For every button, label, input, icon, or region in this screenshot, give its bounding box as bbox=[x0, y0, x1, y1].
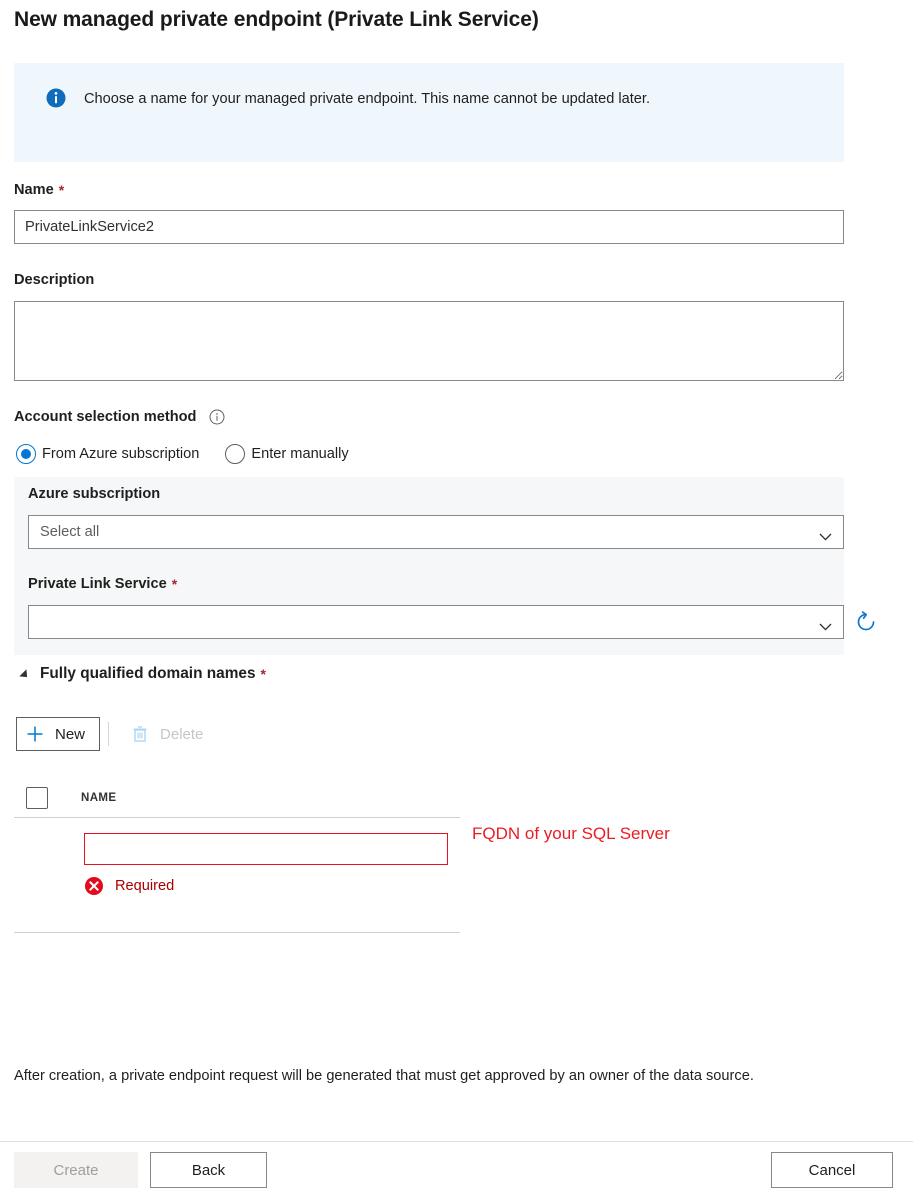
azure-subscription-value: Select all bbox=[40, 524, 100, 540]
account-selection-radio-group[interactable]: From Azure subscription Enter manually bbox=[16, 444, 349, 464]
fqdn-name-input[interactable] bbox=[84, 833, 448, 865]
plus-icon bbox=[26, 725, 44, 743]
chevron-down-icon bbox=[819, 528, 832, 541]
radio-from-azure-subscription-label: From Azure subscription bbox=[42, 446, 200, 462]
azure-subscription-label-text: Azure subscription bbox=[28, 486, 161, 502]
footer-note: After creation, a private endpoint reque… bbox=[14, 1068, 754, 1084]
info-outline-icon[interactable] bbox=[209, 409, 225, 425]
error-circle-icon bbox=[84, 876, 104, 896]
info-banner: Choose a name for your managed private e… bbox=[14, 63, 844, 162]
chevron-down-icon bbox=[819, 618, 832, 631]
name-input[interactable] bbox=[14, 210, 844, 244]
private-link-service-required-marker: * bbox=[171, 576, 178, 592]
collapse-triangle-icon bbox=[19, 668, 31, 681]
private-link-service-label-text: Private Link Service bbox=[28, 576, 167, 592]
name-label: Name * bbox=[14, 182, 64, 198]
info-filled-icon bbox=[46, 88, 66, 108]
radio-from-azure-subscription[interactable]: From Azure subscription bbox=[16, 444, 199, 464]
private-link-service-dropdown[interactable] bbox=[28, 605, 844, 639]
select-all-checkbox[interactable] bbox=[26, 786, 48, 809]
radio-mark-selected bbox=[16, 444, 36, 464]
account-selection-label: Account selection method bbox=[14, 409, 225, 425]
name-label-text: Name bbox=[14, 182, 54, 198]
azure-subscription-label: Azure subscription bbox=[28, 486, 160, 502]
account-selection-label-text: Account selection method bbox=[14, 409, 197, 425]
radio-mark-unselected bbox=[225, 444, 246, 464]
new-managed-private-endpoint-blade: New managed private endpoint (Private Li… bbox=[0, 0, 913, 1200]
fqdn-toolbar: New Delete bbox=[16, 717, 218, 751]
new-button[interactable]: New bbox=[16, 717, 101, 751]
info-banner-text: Choose a name for your managed private e… bbox=[84, 91, 651, 107]
column-header-name: NAME bbox=[81, 791, 117, 804]
delete-button[interactable]: Delete bbox=[121, 717, 218, 751]
fqdn-section-title: Fully qualified domain names bbox=[40, 665, 256, 682]
description-label-text: Description bbox=[14, 272, 95, 288]
description-label: Description bbox=[14, 272, 94, 288]
fqdn-required-marker: * bbox=[260, 666, 266, 682]
back-button[interactable]: Back bbox=[150, 1152, 267, 1188]
new-button-label: New bbox=[55, 725, 86, 743]
toolbar-divider bbox=[108, 722, 110, 746]
refresh-icon[interactable] bbox=[852, 608, 880, 636]
trash-icon bbox=[131, 725, 149, 743]
radio-enter-manually[interactable]: Enter manually bbox=[225, 444, 349, 464]
create-button[interactable]: Create bbox=[14, 1152, 138, 1188]
validation-error-text: Required bbox=[115, 878, 175, 894]
name-required-marker: * bbox=[58, 182, 65, 198]
delete-button-label: Delete bbox=[160, 725, 204, 743]
cancel-button[interactable]: Cancel bbox=[771, 1152, 893, 1188]
validation-error: Required bbox=[84, 876, 174, 896]
footer-divider bbox=[0, 1141, 913, 1142]
fqdn-annotation: FQDN of your SQL Server bbox=[472, 824, 670, 843]
private-link-service-label: Private Link Service * bbox=[28, 576, 177, 592]
description-input[interactable] bbox=[14, 301, 844, 381]
radio-enter-manually-label: Enter manually bbox=[251, 446, 349, 462]
page-title: New managed private endpoint (Private Li… bbox=[14, 8, 539, 31]
fqdn-table-header: NAME bbox=[14, 778, 460, 818]
azure-subscription-dropdown[interactable]: Select all bbox=[28, 515, 844, 549]
table-row: Required bbox=[14, 819, 460, 933]
fqdn-section-header[interactable]: Fully qualified domain names * bbox=[19, 665, 266, 683]
